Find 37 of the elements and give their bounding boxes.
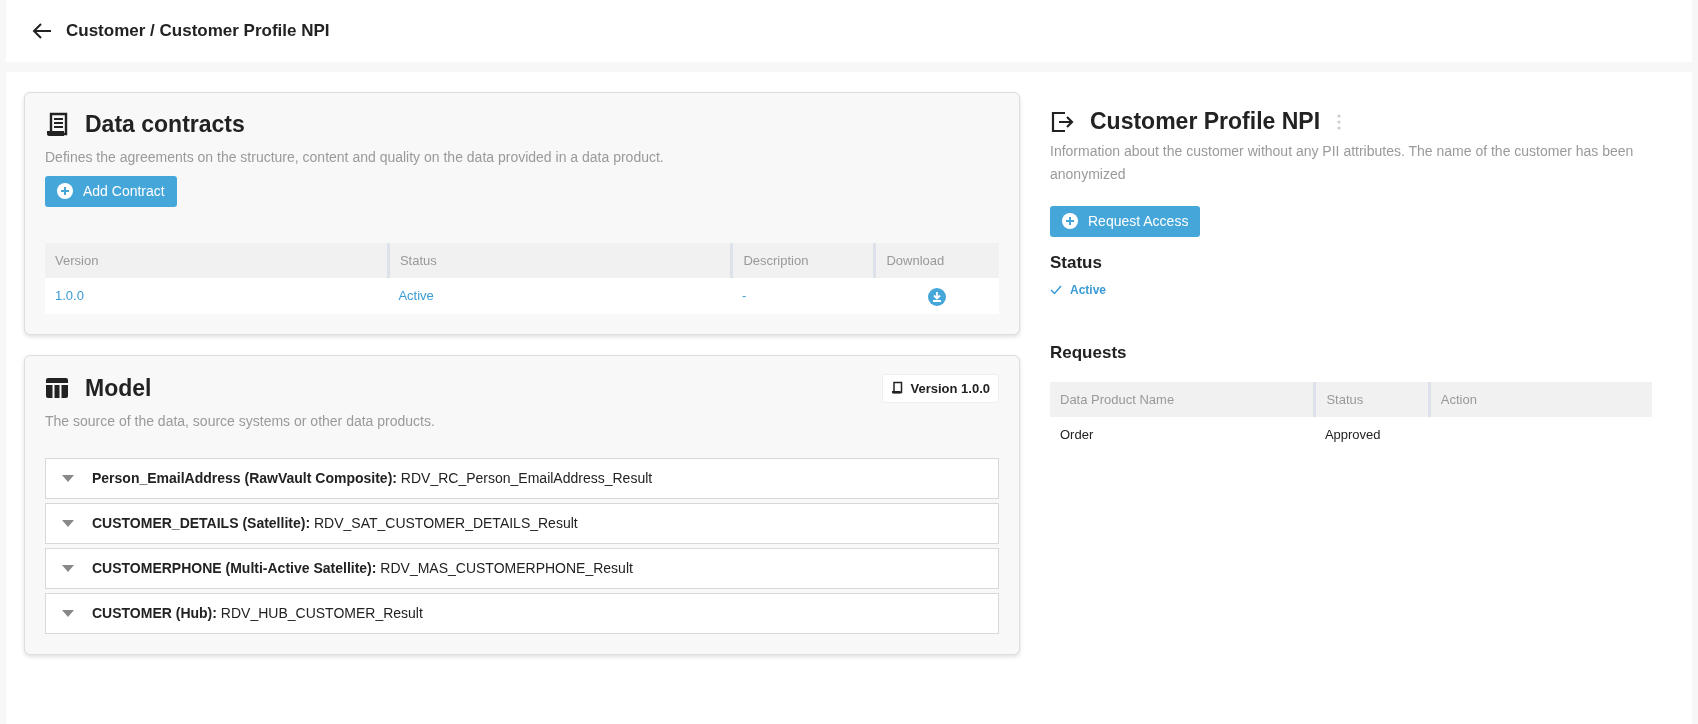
breadcrumb: Customer / Customer Profile NPI [66,20,330,42]
model-item[interactable]: CUSTOMER_DETAILS (Satellite): RDV_SAT_CUSTOMER_DETAILS_Result [45,503,999,545]
model-item[interactable]: CUSTOMER (Hub): RDV_HUB_CUSTOMER_Result [45,593,999,635]
table-cell: - [731,278,875,314]
caret-icon[interactable] [62,520,74,528]
section-title: Data contracts [85,111,245,139]
table-cell: Active [388,278,732,314]
caret-icon[interactable] [62,475,74,483]
status-heading: Status [1050,252,1103,274]
product-title: Customer Profile NPI [1090,108,1321,136]
caret-icon[interactable] [62,565,74,573]
download-icon[interactable] [928,287,946,306]
column-header: Version [45,242,389,279]
section-description: The source of the data, source systems or other data products. [45,412,436,432]
column-header: Action [1429,381,1652,418]
document-icon [890,381,903,396]
table-icon [45,377,69,400]
product-description: Information about the customer without any PII attributes. The name of the customer has been anonymized [1050,141,1635,184]
status-value: Active [1070,282,1107,300]
column-header: Status [388,242,732,279]
plus-circle-icon [57,183,73,200]
section-title: Model [85,374,152,403]
back-arrow-icon[interactable] [32,22,52,40]
caret-icon[interactable] [62,610,74,618]
column-header: Download [874,242,999,279]
plus-circle-icon [1062,213,1078,230]
column-header: Description [731,242,875,279]
section-description: Defines the agreements on the structure, content and quality on the data provided in a data product. [45,147,665,167]
version-badge: Version 1.0.0 [881,373,999,404]
column-header: Data Product Name [1050,381,1315,418]
model-item[interactable]: CUSTOMERPHONE (Multi-Active Satellite): RDV_MAS_CUSTOMERPHONE_Result [45,548,999,590]
document-icon [45,111,69,138]
check-icon [1050,285,1062,296]
column-header: Status [1314,381,1430,418]
model-item[interactable]: Person_EmailAddress (RawVault Composite): RDV_RC_Person_EmailAddress_Result [45,458,999,500]
exit-icon [1050,109,1074,134]
requests-heading: Requests [1050,343,1128,364]
